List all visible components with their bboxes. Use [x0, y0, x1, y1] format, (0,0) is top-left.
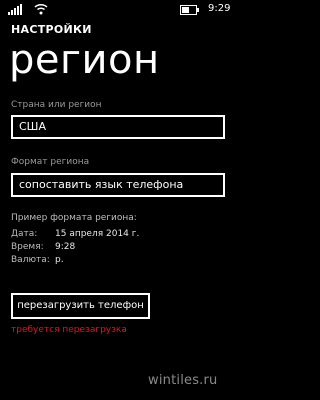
- currency-label: Валюта:: [11, 255, 50, 265]
- battery-icon: [180, 5, 199, 15]
- page-title: регион: [9, 37, 160, 83]
- example-currency-row: Валюта: р.: [11, 255, 64, 265]
- date-value: 15 апреля 2014 г.: [55, 229, 140, 239]
- example-date-row: Дата: 15 апреля 2014 г.: [11, 229, 139, 239]
- clock: 9:29: [208, 3, 231, 14]
- signal-bars-icon: [8, 4, 22, 15]
- currency-value: р.: [55, 255, 64, 265]
- restart-required-warning: требуется перезагрузка: [11, 325, 127, 335]
- country-select[interactable]: США: [11, 115, 225, 139]
- time-label: Время:: [11, 242, 44, 252]
- format-select[interactable]: сопоставить язык телефона: [11, 173, 225, 197]
- watermark: wintiles.ru: [148, 373, 218, 388]
- example-heading: Пример формата региона:: [11, 213, 137, 223]
- restart-phone-button[interactable]: перезагрузить телефон: [11, 293, 150, 319]
- wifi-icon: [34, 3, 48, 15]
- country-label: Страна или регион: [11, 100, 102, 110]
- battery-level: [182, 7, 189, 13]
- time-value: 9:28: [55, 242, 76, 252]
- example-time-row: Время: 9:28: [11, 242, 75, 252]
- date-label: Дата:: [11, 229, 38, 239]
- status-bar: 9:29: [0, 0, 240, 20]
- format-label: Формат региона: [11, 157, 90, 167]
